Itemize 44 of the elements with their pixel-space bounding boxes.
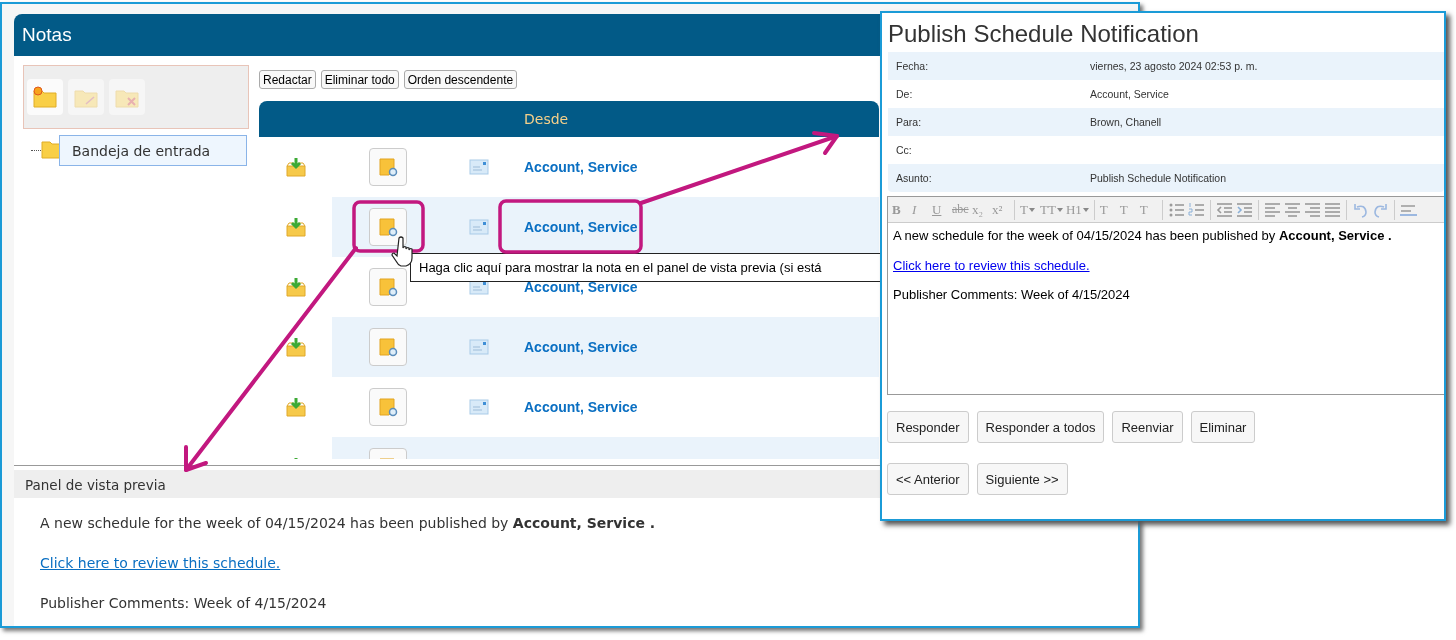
action-button[interactable]: Eliminar (1190, 411, 1256, 443)
field-value: viernes, 23 agosto 2024 02:53 p. m. (1090, 60, 1258, 72)
italic-button[interactable]: I (912, 201, 929, 218)
field-value: Publish Schedule Notification (1090, 172, 1226, 184)
underline-button[interactable]: U (932, 201, 949, 218)
toolbar-button[interactable]: Eliminar todo (320, 70, 399, 89)
window-title: Notas (22, 24, 72, 45)
format-button[interactable]: x₂ (972, 201, 989, 218)
format-button[interactable]: x² (992, 201, 1009, 218)
sender-link[interactable]: Account, Service (524, 279, 638, 295)
message-editor[interactable]: B I U abc x₂ x² T TT H1 T T T A new schedule for the week of 04/15/2024 has been published by Account, Service . Click here to review this schedule. Publisher Comments: Week of 4/15/2024 (887, 196, 1444, 395)
message-text: Publisher Comments: Week of 4/15/2024 (893, 287, 1130, 302)
field-label: Cc: (895, 144, 913, 156)
format-button[interactable]: T (1119, 201, 1137, 218)
dropdown-button[interactable]: TT (1040, 201, 1063, 218)
format-button[interactable]: T (1139, 201, 1157, 218)
field-label: Fecha: (895, 60, 930, 72)
field-value: Account, Service (1090, 88, 1169, 100)
message-title: Publish Schedule Notification (887, 19, 1200, 49)
sender-link[interactable]: Account, Service (524, 159, 638, 175)
message-text: A new schedule for the week of 04/15/2024 has been published by Account, Service . (893, 228, 1392, 243)
toolbar-button[interactable]: Orden descendente (403, 70, 518, 89)
field-value: Brown, Chanell (1090, 116, 1162, 128)
sender-link[interactable]: Account, Service (524, 399, 638, 415)
action-button[interactable]: Responder (887, 411, 969, 443)
review-link[interactable]: Click here to review this schedule. (40, 555, 281, 571)
action-button[interactable]: Reenviar (1112, 411, 1183, 443)
field-label: Asunto: (895, 172, 933, 184)
dropdown-button[interactable]: T (1020, 201, 1037, 218)
field-label: De: (895, 88, 914, 100)
message-text: A new schedule for the week of 04/15/2024 has been published by Account, Service . (40, 515, 656, 531)
folder-item[interactable]: Bandeja de entrada (59, 135, 247, 166)
sender-link[interactable]: Account, Service (524, 219, 638, 235)
nav-button[interactable]: Siguiente >> (976, 463, 1068, 495)
column-header: Desde (524, 110, 569, 129)
sender-link[interactable]: Account, Service (524, 339, 638, 355)
toolbar-button[interactable]: Redactar (259, 70, 316, 89)
review-link[interactable]: Click here to review this schedule. (893, 257, 1090, 273)
message-text: Publisher Comments: Week of 4/15/2024 (40, 595, 327, 611)
dropdown-button[interactable]: H1 (1065, 201, 1089, 218)
format-button[interactable]: T (1099, 201, 1117, 218)
nav-button[interactable]: << Anterior (887, 463, 969, 495)
action-button[interactable]: Responder a todos (976, 411, 1105, 443)
field-label: Para: (895, 116, 923, 128)
